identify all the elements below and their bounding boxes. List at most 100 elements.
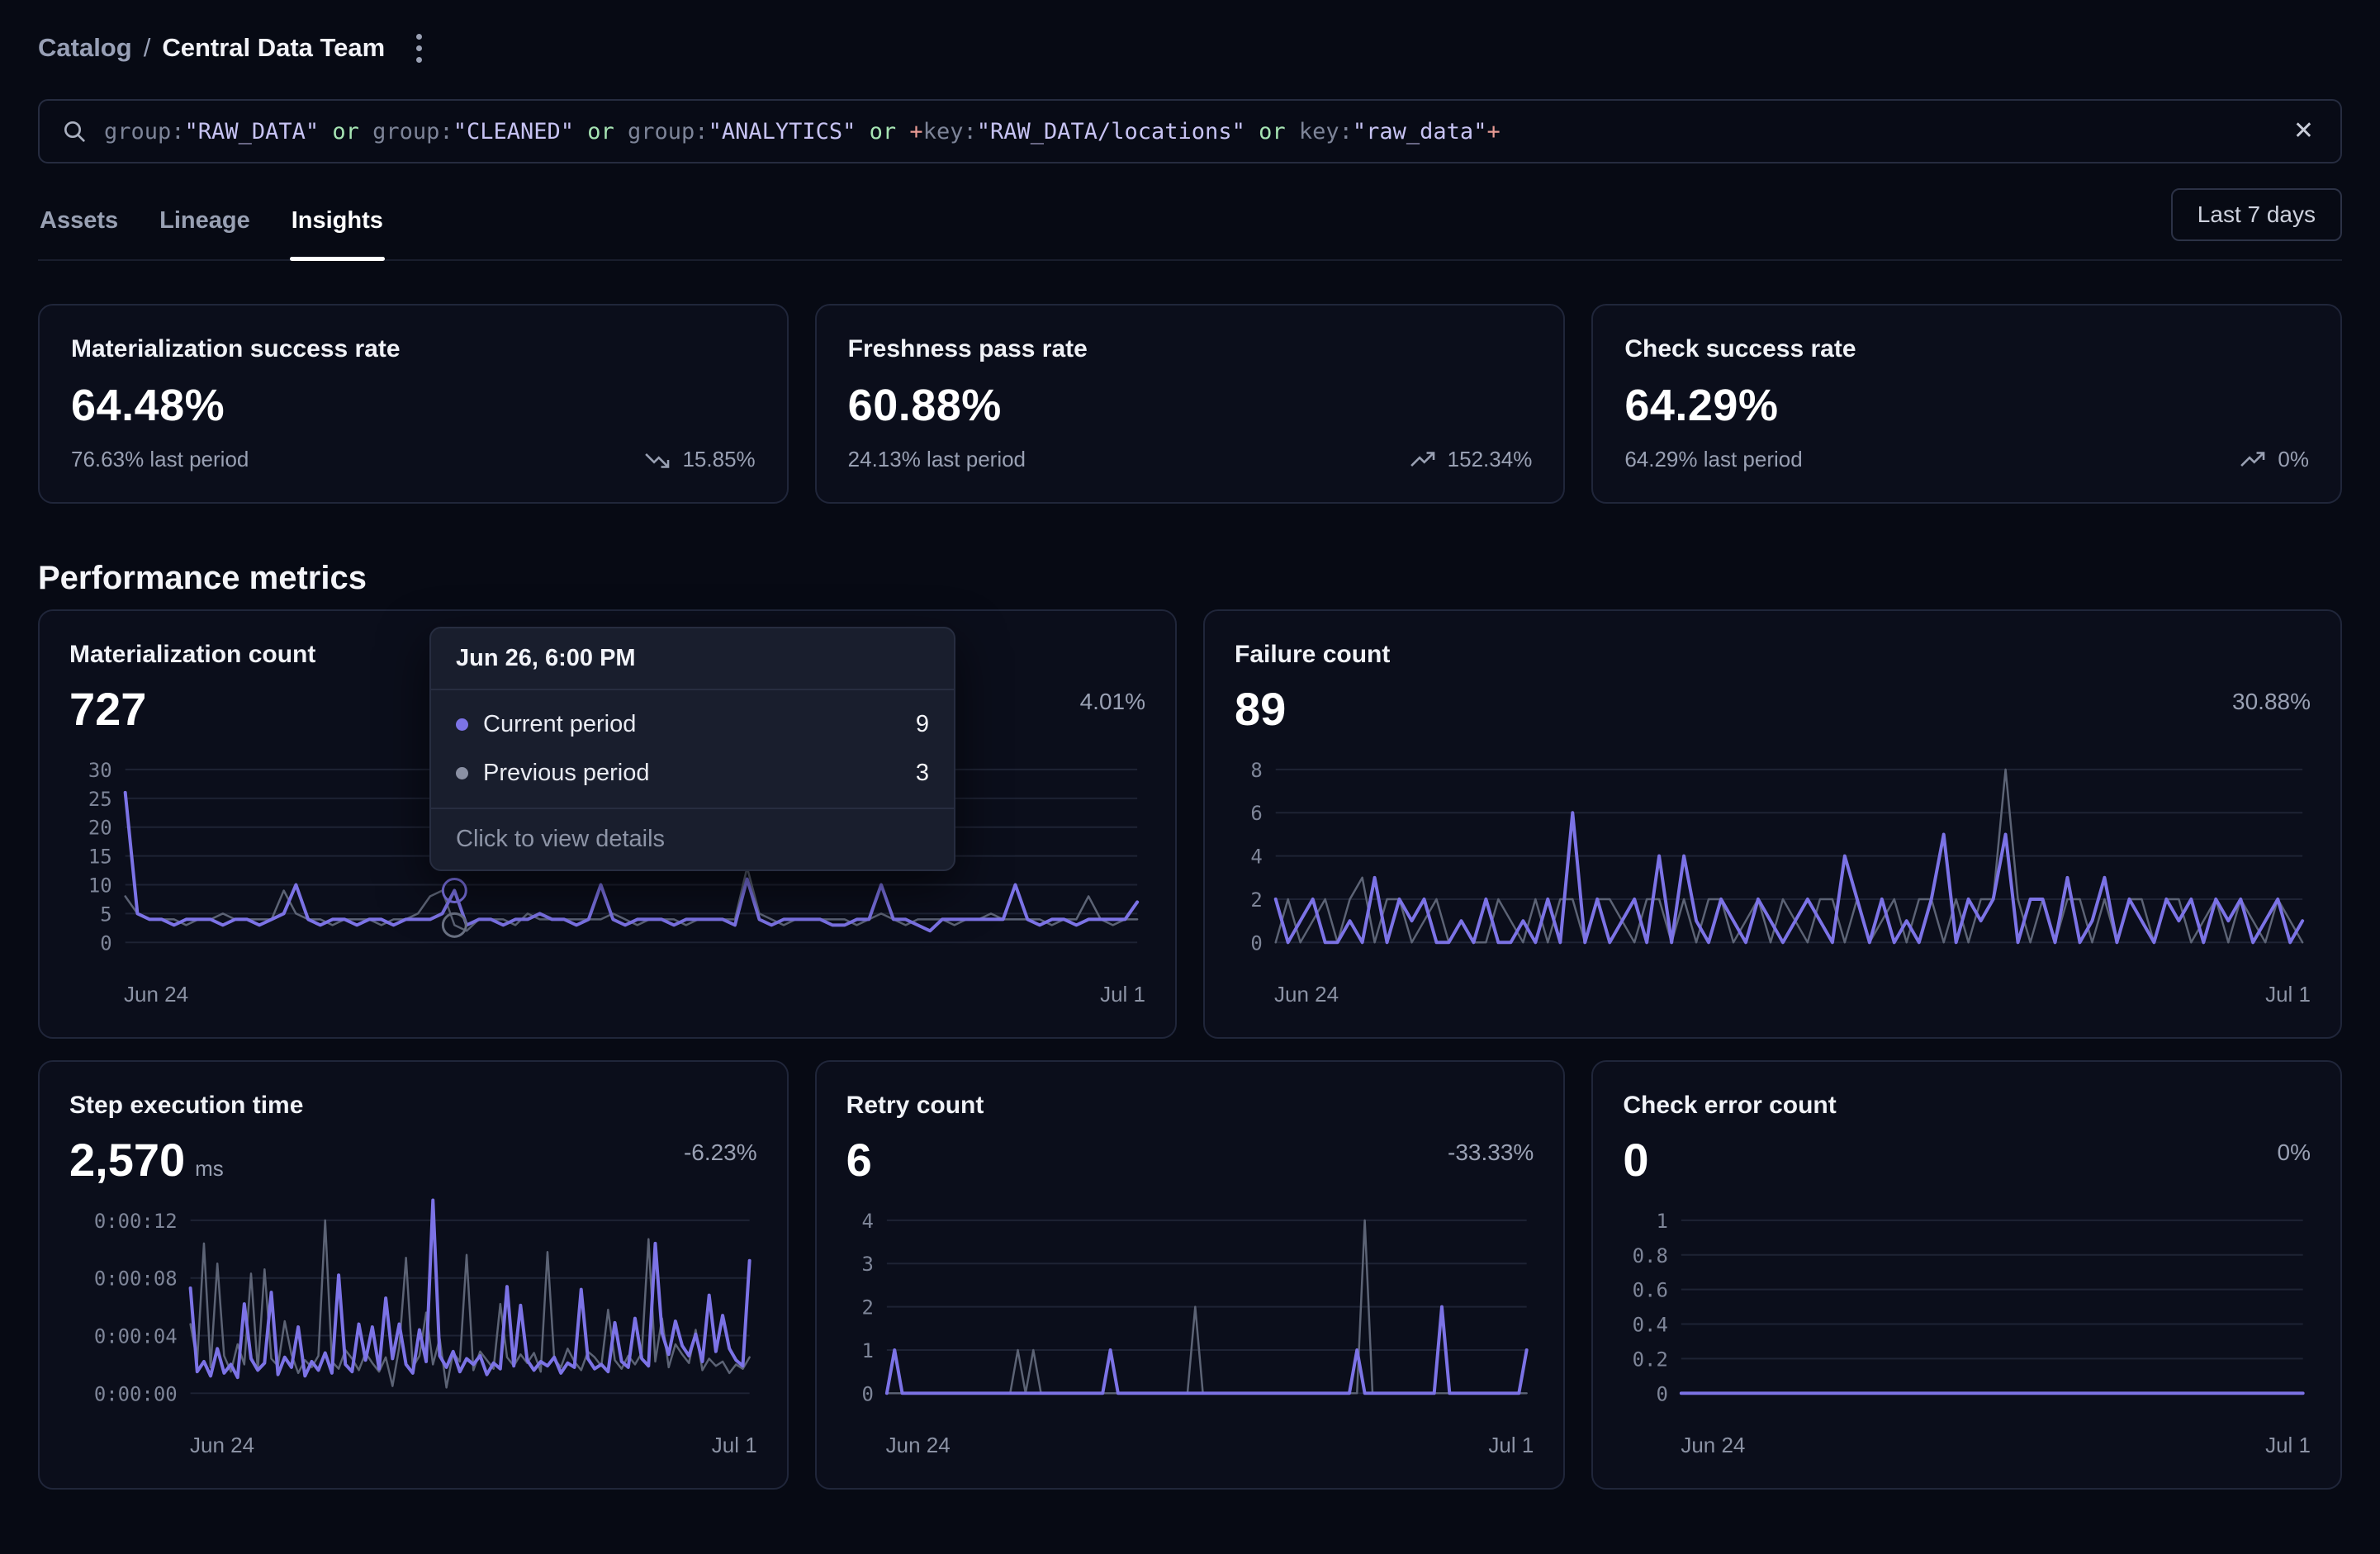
svg-text:0.4: 0.4 xyxy=(1633,1313,1668,1336)
x-axis-end-label: Jul 1 xyxy=(1100,982,1145,1007)
svg-text:0:00:04: 0:00:04 xyxy=(94,1324,178,1348)
svg-text:0: 0 xyxy=(1657,1382,1668,1405)
query-segment: or xyxy=(1245,119,1299,145)
trend-change-value: 0% xyxy=(2278,447,2309,472)
series-color-dot-icon xyxy=(456,767,468,779)
chart-total-value: 727 xyxy=(69,682,146,736)
chart-title: Step execution time xyxy=(69,1092,757,1120)
query-segment: or xyxy=(319,119,372,145)
query-segment: "CLEANED" xyxy=(453,119,574,145)
svg-text:1: 1 xyxy=(861,1339,873,1362)
series-color-dot-icon xyxy=(456,718,468,731)
svg-text:0:00:08: 0:00:08 xyxy=(94,1267,178,1290)
check-error-count-chart[interactable]: 1 0.8 0.6 0.4 0.2 0 xyxy=(1623,1196,2311,1424)
chart-title: Check error count xyxy=(1623,1092,2311,1120)
tooltip-series-label: Previous period xyxy=(483,760,650,787)
trend-change-value: 152.34% xyxy=(1448,447,1533,472)
query-segment: group: xyxy=(372,119,453,145)
query-segment: key: xyxy=(923,119,977,145)
svg-text:0:00:12: 0:00:12 xyxy=(94,1210,178,1233)
svg-text:4: 4 xyxy=(1250,845,1262,868)
last-period-value: 24.13% last period xyxy=(848,447,1026,472)
svg-text:6: 6 xyxy=(1250,802,1262,825)
summary-cards-row: Materialization success rate64.48%76.63%… xyxy=(38,304,2342,504)
tab-assets[interactable]: Assets xyxy=(38,207,120,259)
failure-count-chart[interactable]: 8 6 4 2 0 xyxy=(1235,745,2311,974)
chart-card-check-error-count: Check error count 0 0% 1 0.8 0.6 0.4 0.2 0 Jun 24… xyxy=(1591,1060,2342,1490)
tab-lineage[interactable]: Lineage xyxy=(158,207,252,259)
svg-text:0.8: 0.8 xyxy=(1633,1244,1668,1267)
chart-change-percent: -33.33% xyxy=(1448,1133,1534,1166)
x-axis-end-label: Jul 1 xyxy=(1488,1433,1534,1458)
chart-change-percent: 0% xyxy=(2278,1133,2311,1166)
summary-card-value: 60.88% xyxy=(848,380,1533,431)
x-axis-start-label: Jun 24 xyxy=(190,1433,254,1458)
tab-insights[interactable]: Insights xyxy=(290,207,385,259)
search-icon xyxy=(61,118,88,145)
svg-text:0:00:00: 0:00:00 xyxy=(94,1382,178,1405)
x-axis-end-label: Jul 1 xyxy=(2265,1433,2311,1458)
x-axis-end-label: Jul 1 xyxy=(712,1433,757,1458)
summary-card-freshness-pass-rate: Freshness pass rate60.88%24.13% last per… xyxy=(815,304,1566,504)
svg-text:4: 4 xyxy=(861,1210,873,1233)
clear-search-icon[interactable]: ✕ xyxy=(2288,114,2319,149)
chart-card-step-execution-time: Step execution time2,570ms-6.23%0:00:120… xyxy=(38,1060,789,1490)
svg-text:20: 20 xyxy=(88,816,112,839)
svg-text:0.6: 0.6 xyxy=(1633,1278,1668,1301)
step-execution-time-chart[interactable]: 0:00:12 0:00:08 0:00:04 0:00:00 xyxy=(69,1196,757,1424)
asset-search-bar: group:"RAW_DATA" or group:"CLEANED" or g… xyxy=(38,99,2342,163)
x-axis-start-label: Jun 24 xyxy=(1681,1433,1745,1458)
chart-change-percent: -6.23% xyxy=(684,1133,757,1166)
breadcrumb-separator: / xyxy=(144,33,151,63)
retry-count-chart[interactable]: 43210 xyxy=(846,1196,1534,1424)
svg-text:1: 1 xyxy=(1657,1210,1668,1233)
svg-text:2: 2 xyxy=(1250,888,1262,912)
kebab-menu-icon[interactable] xyxy=(405,27,434,69)
x-axis-start-label: Jun 24 xyxy=(1274,982,1339,1007)
summary-card-value: 64.48% xyxy=(71,380,756,431)
query-segment: group: xyxy=(628,119,709,145)
chart-total-value: 0 xyxy=(1623,1133,1648,1187)
summary-card-title: Materialization success rate xyxy=(71,335,756,363)
date-range-button[interactable]: Last 7 days xyxy=(2171,188,2342,241)
chart-change-percent: 30.88% xyxy=(2232,682,2311,715)
search-input[interactable]: group:"RAW_DATA" or group:"CLEANED" or g… xyxy=(104,119,2272,145)
svg-text:8: 8 xyxy=(1250,759,1262,782)
query-segment: group: xyxy=(104,119,185,145)
charts-row-2: Step execution time2,570ms-6.23%0:00:120… xyxy=(38,1060,2342,1490)
svg-text:5: 5 xyxy=(100,903,111,926)
last-period-value: 64.29% last period xyxy=(1624,447,1802,472)
chart-card-failure-count: Failure count 89 30.88% 8 6 4 2 0 Jun 24 Jul 1 xyxy=(1203,609,2342,1039)
chart-total-value: 2,570ms xyxy=(69,1133,224,1187)
tooltip-series-row: Current period 9 xyxy=(431,700,954,749)
svg-text:10: 10 xyxy=(88,874,112,897)
chart-title: Failure count xyxy=(1235,641,2311,669)
tooltip-timestamp: Jun 26, 6:00 PM xyxy=(431,628,954,690)
trend-change: 15.85% xyxy=(644,447,755,472)
summary-card-materialization-success-rate: Materialization success rate64.48%76.63%… xyxy=(38,304,789,504)
insights-page: Catalog / Central Data Team group:"RAW_D… xyxy=(0,30,2380,1490)
svg-text:0.2: 0.2 xyxy=(1633,1348,1668,1371)
query-segment: "ANALYTICS" xyxy=(709,119,856,145)
query-segment: + xyxy=(909,119,922,145)
tooltip-series-value: 3 xyxy=(916,760,929,787)
summary-card-title: Check success rate xyxy=(1624,335,2309,363)
query-segment: key: xyxy=(1299,119,1353,145)
query-segment: or xyxy=(574,119,628,145)
x-axis-start-label: Jun 24 xyxy=(124,982,188,1007)
chart-hover-tooltip: Jun 26, 6:00 PM Current period 9 Previous … xyxy=(429,627,955,871)
chart-total-value: 89 xyxy=(1235,682,1286,736)
tooltip-series-value: 9 xyxy=(916,711,929,738)
breadcrumb-catalog-link[interactable]: Catalog xyxy=(38,33,132,63)
chart-value-unit: ms xyxy=(195,1156,224,1181)
svg-text:25: 25 xyxy=(88,788,112,811)
svg-text:0: 0 xyxy=(1250,931,1262,955)
section-title: Performance metrics xyxy=(38,560,2342,598)
trend-change-value: 15.85% xyxy=(682,447,755,472)
breadcrumb: Catalog / Central Data Team xyxy=(38,30,2342,66)
summary-card-value: 64.29% xyxy=(1624,380,2309,431)
chart-total-value: 6 xyxy=(846,1133,872,1187)
tooltip-series-label: Current period xyxy=(483,711,636,738)
svg-text:15: 15 xyxy=(88,845,112,868)
x-axis-end-label: Jul 1 xyxy=(2265,982,2311,1007)
